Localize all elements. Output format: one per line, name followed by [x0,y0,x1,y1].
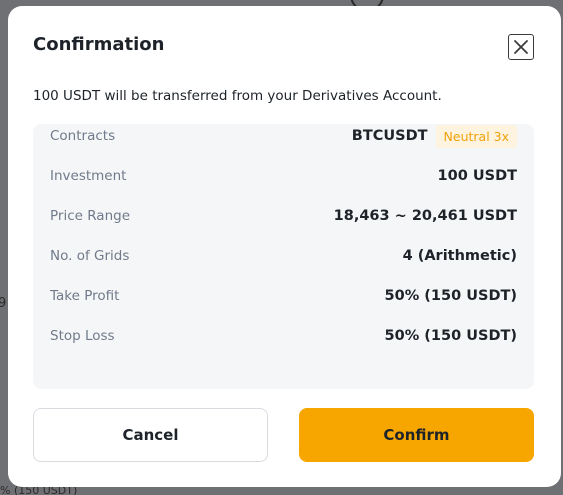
transfer-notice: 100 USDT will be transferred from your D… [33,88,442,104]
order-details-panel: Contracts BTCUSDT Neutral 3x Investment … [33,124,534,389]
detail-label: Price Range [50,208,131,224]
detail-row-investment: Investment 100 USDT [50,162,517,190]
detail-value: 4 (Arithmetic) [402,248,517,264]
cancel-button[interactable]: Cancel [33,408,268,462]
background-text-left: 9 [0,296,7,311]
detail-label: Take Profit [50,288,120,304]
close-icon [514,40,528,54]
contract-symbol: BTCUSDT [351,128,428,144]
detail-row-contracts: Contracts BTCUSDT Neutral 3x [50,122,517,150]
detail-row-stop-loss: Stop Loss 50% (150 USDT) [50,322,517,350]
detail-label: Stop Loss [50,328,115,344]
detail-label: Contracts [50,128,116,144]
close-button[interactable] [508,34,534,60]
detail-value: 100 USDT [437,168,517,184]
detail-row-grids: No. of Grids 4 (Arithmetic) [50,242,517,270]
detail-label: Investment [50,168,127,184]
detail-value: 50% (150 USDT) [384,288,517,304]
confirmation-dialog: Confirmation 100 USDT will be transferre… [8,6,561,487]
detail-label: No. of Grids [50,248,130,264]
detail-value: 18,463 ~ 20,461 USDT [333,208,517,224]
detail-row-price-range: Price Range 18,463 ~ 20,461 USDT [50,202,517,230]
detail-value: BTCUSDT Neutral 3x [351,124,517,148]
detail-row-take-profit: Take Profit 50% (150 USDT) [50,282,517,310]
detail-value: 50% (150 USDT) [384,328,517,344]
position-badge: Neutral 3x [435,124,517,148]
confirm-button[interactable]: Confirm [299,408,534,462]
dialog-title: Confirmation [33,34,165,55]
